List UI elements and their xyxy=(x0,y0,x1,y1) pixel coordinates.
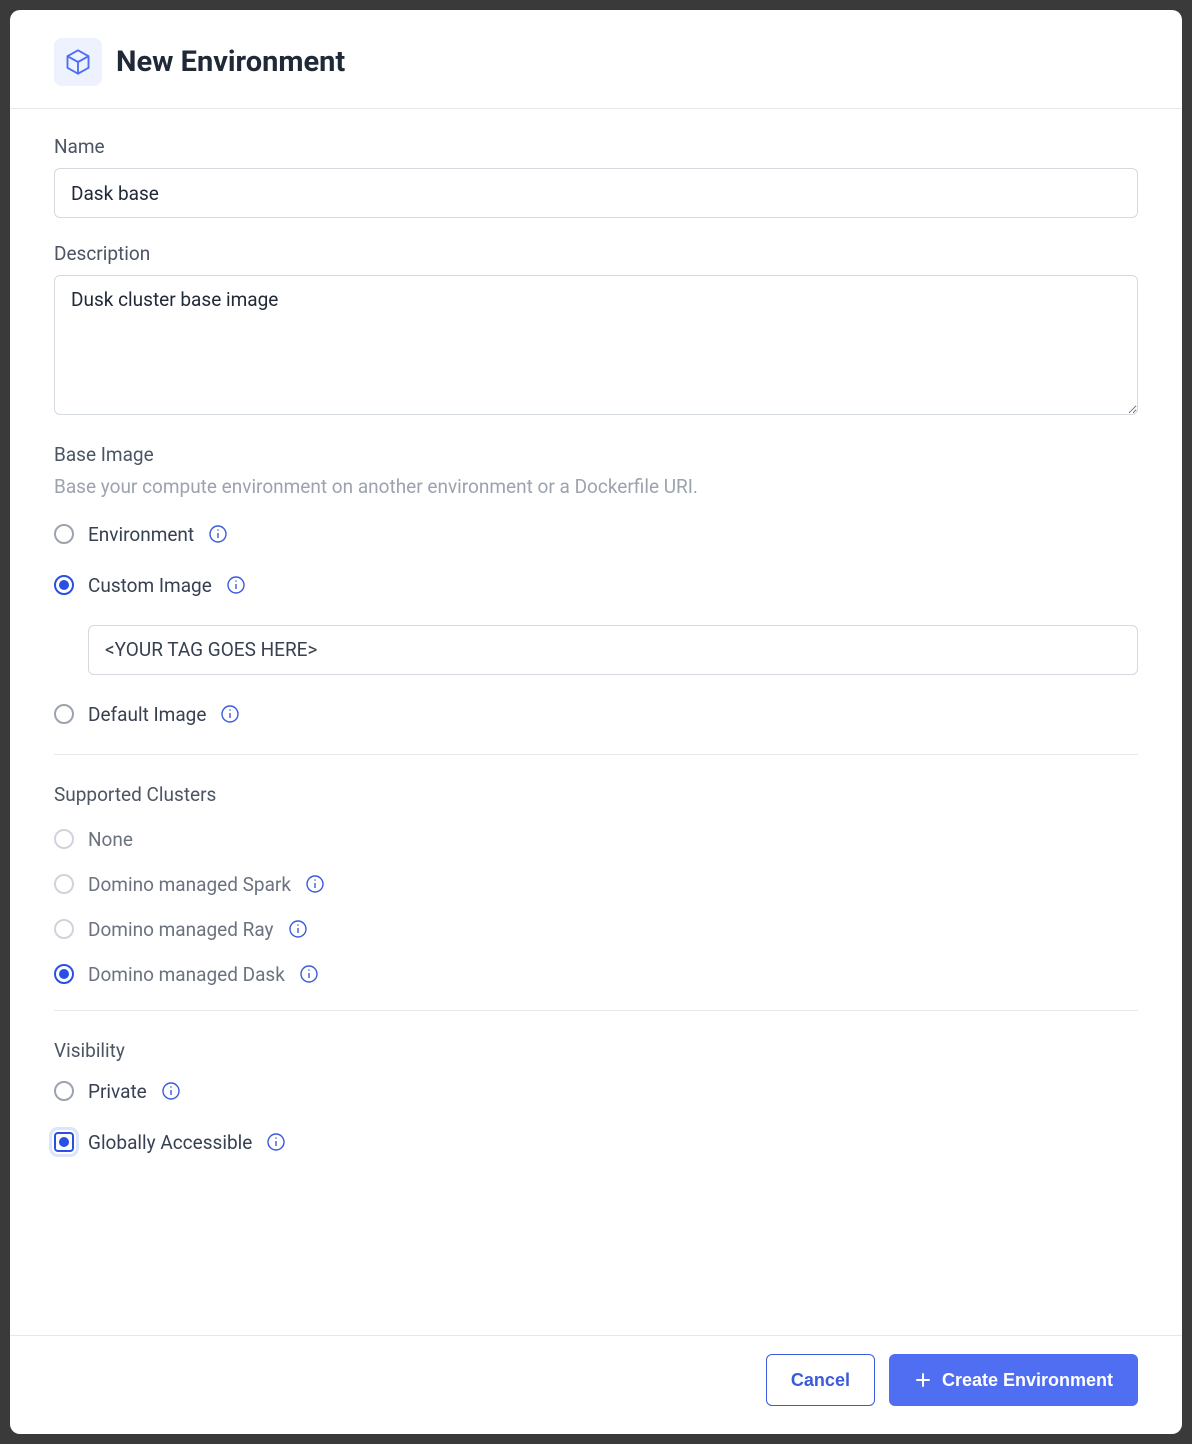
description-input[interactable]: Dusk cluster base image xyxy=(54,275,1138,415)
info-icon[interactable] xyxy=(266,1132,286,1152)
cluster-option-spark[interactable]: Domino managed Spark xyxy=(54,873,1138,896)
info-icon[interactable] xyxy=(299,964,319,984)
field-description: Description Dusk cluster base image xyxy=(54,242,1138,419)
field-visibility: Visibility Private Globally Accessible xyxy=(54,1039,1138,1154)
custom-image-tag-wrapper xyxy=(88,625,1138,675)
plus-icon xyxy=(914,1371,932,1389)
info-icon[interactable] xyxy=(161,1081,181,1101)
custom-image-tag-input[interactable] xyxy=(88,625,1138,675)
radio-label: Globally Accessible xyxy=(88,1131,252,1154)
name-label: Name xyxy=(54,135,1138,158)
info-icon[interactable] xyxy=(288,919,308,939)
modal-title: New Environment xyxy=(116,45,345,79)
radio-label: Custom Image xyxy=(88,574,212,597)
new-environment-modal: New Environment Name Description Dusk cl… xyxy=(10,10,1182,1434)
supported-clusters-label: Supported Clusters xyxy=(54,783,1138,806)
create-environment-button[interactable]: Create Environment xyxy=(889,1354,1138,1406)
base-image-option-custom-image[interactable]: Custom Image xyxy=(54,574,1138,597)
radio-icon xyxy=(54,524,74,544)
radio-icon xyxy=(54,874,74,894)
name-input[interactable] xyxy=(54,168,1138,218)
cancel-button[interactable]: Cancel xyxy=(766,1354,875,1406)
radio-label: Domino managed Ray xyxy=(88,918,274,941)
info-icon[interactable] xyxy=(226,575,246,595)
cluster-option-ray[interactable]: Domino managed Ray xyxy=(54,918,1138,941)
environment-cube-icon xyxy=(54,38,102,86)
radio-icon xyxy=(54,964,74,984)
modal-body: Name Description Dusk cluster base image… xyxy=(10,109,1182,1335)
radio-icon xyxy=(54,704,74,724)
field-name: Name xyxy=(54,135,1138,218)
divider xyxy=(54,754,1138,755)
base-image-label: Base Image xyxy=(54,443,1138,466)
base-image-option-environment[interactable]: Environment xyxy=(54,523,1138,546)
cancel-button-label: Cancel xyxy=(791,1370,850,1391)
modal-footer: Cancel Create Environment xyxy=(10,1335,1182,1434)
radio-icon xyxy=(54,829,74,849)
visibility-option-private[interactable]: Private xyxy=(54,1080,1138,1103)
field-supported-clusters: Supported Clusters None Domino managed S… xyxy=(54,783,1138,986)
radio-icon xyxy=(54,1081,74,1101)
info-icon[interactable] xyxy=(220,704,240,724)
visibility-label: Visibility xyxy=(54,1039,1138,1062)
base-image-help: Base your compute environment on another… xyxy=(54,474,1138,501)
create-environment-button-label: Create Environment xyxy=(942,1370,1113,1391)
radio-label: Domino managed Spark xyxy=(88,873,291,896)
radio-icon xyxy=(54,1132,74,1152)
info-icon[interactable] xyxy=(208,524,228,544)
radio-icon xyxy=(54,575,74,595)
radio-label: None xyxy=(88,828,133,851)
field-base-image: Base Image Base your compute environment… xyxy=(54,443,1138,726)
info-icon[interactable] xyxy=(305,874,325,894)
radio-label: Domino managed Dask xyxy=(88,963,285,986)
radio-icon xyxy=(54,919,74,939)
radio-label: Default Image xyxy=(88,703,206,726)
modal-header: New Environment xyxy=(10,10,1182,109)
cluster-option-none[interactable]: None xyxy=(54,828,1138,851)
visibility-option-global[interactable]: Globally Accessible xyxy=(54,1131,1138,1154)
radio-label: Environment xyxy=(88,523,194,546)
divider xyxy=(54,1010,1138,1011)
radio-label: Private xyxy=(88,1080,147,1103)
cluster-option-dask[interactable]: Domino managed Dask xyxy=(54,963,1138,986)
description-label: Description xyxy=(54,242,1138,265)
base-image-option-default-image[interactable]: Default Image xyxy=(54,703,1138,726)
